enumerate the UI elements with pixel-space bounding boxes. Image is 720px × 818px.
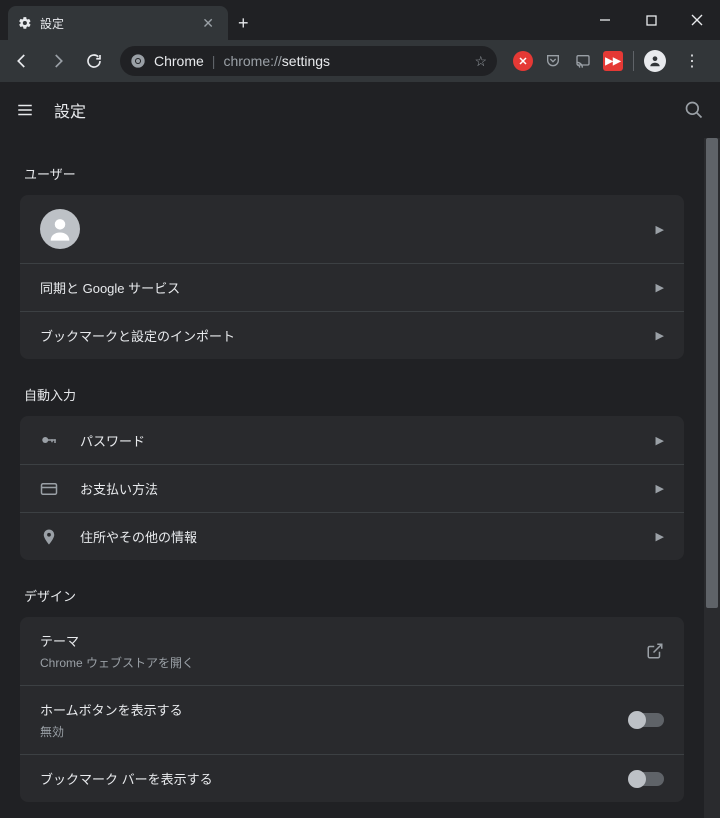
row-sublabel: 無効: [40, 723, 630, 740]
section-title-appearance: デザイン: [0, 560, 704, 617]
row-label: ブックマークと設定のインポート: [40, 326, 656, 345]
user-card: ▶ 同期と Google サービス ▶ ブックマークと設定のインポート ▶: [20, 195, 684, 359]
addresses-row[interactable]: 住所やその他の情報 ▶: [20, 512, 684, 560]
autofill-card: パスワード ▶ お支払い方法 ▶ 住所やその他の情報 ▶: [20, 416, 684, 560]
key-icon: [40, 431, 68, 449]
row-sublabel: Chrome ウェブストアを開く: [40, 654, 646, 671]
search-button[interactable]: [684, 100, 704, 120]
payment-methods-row[interactable]: お支払い方法 ▶: [20, 464, 684, 512]
chrome-logo-icon: [130, 53, 146, 69]
chevron-right-icon: ▶: [656, 329, 664, 342]
new-tab-button[interactable]: +: [228, 7, 259, 40]
section-title-autofill: 自動入力: [0, 359, 704, 416]
external-link-icon: [646, 642, 664, 660]
sync-services-row[interactable]: 同期と Google サービス ▶: [20, 263, 684, 311]
passwords-row[interactable]: パスワード ▶: [20, 416, 684, 464]
row-label: パスワード: [80, 431, 656, 450]
row-label: お支払い方法: [80, 479, 656, 498]
theme-row[interactable]: テーマ Chrome ウェブストアを開く: [20, 617, 684, 685]
gear-icon: [18, 16, 32, 30]
omnibox-url: chrome://settings: [223, 53, 330, 69]
browser-tab[interactable]: 設定 ✕: [8, 6, 228, 40]
appearance-card: テーマ Chrome ウェブストアを開く ホームボタンを表示する 無効 ブックマ…: [20, 617, 684, 802]
section-title-user: ユーザー: [0, 138, 704, 195]
forward-button[interactable]: [42, 45, 74, 77]
page-title: 設定: [54, 98, 86, 122]
row-label: テーマ: [40, 631, 646, 650]
settings-header: 設定: [0, 82, 720, 138]
bookmarks-bar-row[interactable]: ブックマーク バーを表示する: [20, 754, 684, 802]
omnibox[interactable]: Chrome | chrome://settings ☆: [120, 46, 497, 76]
chevron-right-icon: ▶: [656, 482, 664, 495]
row-label: 同期と Google サービス: [40, 278, 656, 297]
chevron-right-icon: ▶: [656, 530, 664, 543]
home-button-row[interactable]: ホームボタンを表示する 無効: [20, 685, 684, 754]
titlebar: 設定 ✕ +: [0, 0, 720, 40]
extension-icons: ▶▶ ⋮: [507, 50, 714, 72]
toolbar: Chrome | chrome://settings ☆ ▶▶ ⋮: [0, 40, 720, 82]
omnibox-chrome-label: Chrome: [154, 53, 204, 69]
chrome-menu-button[interactable]: ⋮: [676, 51, 708, 71]
chevron-right-icon: ▶: [656, 434, 664, 447]
credit-card-icon: [40, 480, 68, 498]
window-controls: [582, 0, 720, 40]
hamburger-menu-button[interactable]: [16, 101, 34, 119]
scrollbar[interactable]: [704, 138, 720, 818]
chevron-right-icon: ▶: [656, 281, 664, 294]
pocket-icon[interactable]: [543, 51, 563, 71]
close-window-button[interactable]: [674, 0, 720, 40]
close-tab-button[interactable]: ✕: [198, 13, 218, 34]
row-label: ブックマーク バーを表示する: [40, 769, 630, 788]
reload-button[interactable]: [78, 45, 110, 77]
extension-separator: [633, 51, 634, 71]
settings-content: ユーザー ▶ 同期と Google サービス ▶ ブックマークと設定のインポート…: [0, 138, 704, 818]
profile-avatar-icon[interactable]: [644, 50, 666, 72]
location-icon: [40, 528, 68, 546]
omnibox-separator: |: [212, 53, 216, 69]
import-bookmarks-row[interactable]: ブックマークと設定のインポート ▶: [20, 311, 684, 359]
row-label: ホームボタンを表示する: [40, 700, 630, 719]
minimize-button[interactable]: [582, 0, 628, 40]
bookmarks-bar-toggle[interactable]: [630, 772, 664, 786]
cast-icon[interactable]: [573, 51, 593, 71]
scroll-thumb[interactable]: [706, 138, 718, 608]
profile-row[interactable]: ▶: [20, 195, 684, 263]
home-button-toggle[interactable]: [630, 713, 664, 727]
row-label: 住所やその他の情報: [80, 527, 656, 546]
tab-title: 設定: [40, 15, 198, 32]
maximize-button[interactable]: [628, 0, 674, 40]
back-button[interactable]: [6, 45, 38, 77]
bookmark-star-icon[interactable]: ☆: [474, 53, 487, 70]
extension-red-circle-icon[interactable]: [513, 51, 533, 71]
avatar-icon: [40, 209, 80, 249]
chevron-right-icon: ▶: [656, 223, 664, 236]
extension-red-box-icon[interactable]: ▶▶: [603, 51, 623, 71]
